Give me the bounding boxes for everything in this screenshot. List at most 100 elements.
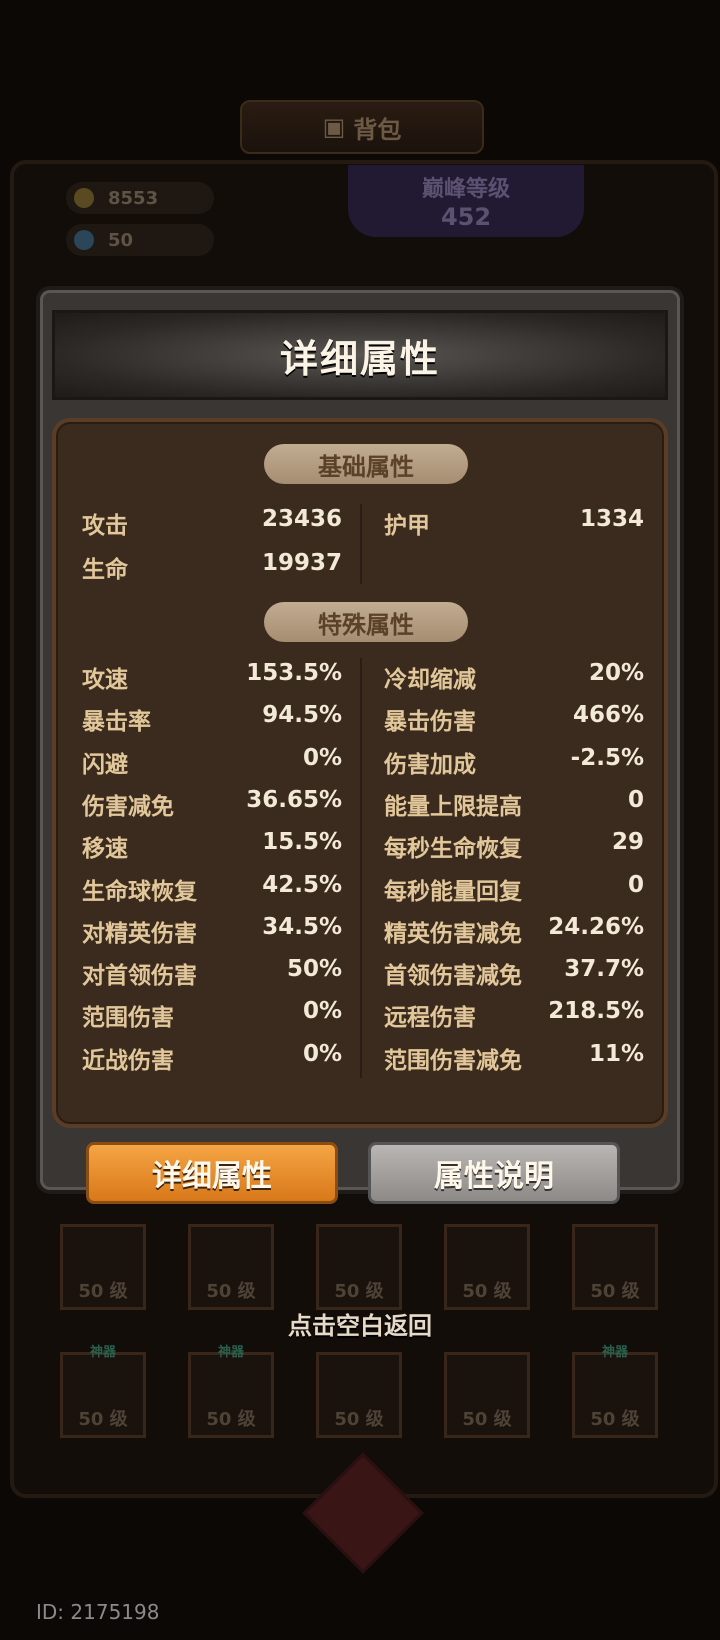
tap-blank-to-return-hint: 点击空白返回	[288, 1312, 432, 1340]
special-attributes-header: 特殊属性	[264, 602, 468, 642]
stat-value: 218.5%	[548, 998, 644, 1025]
stat-label: 每秒生命恢复	[384, 836, 522, 863]
equipment-slot: 50 级	[444, 1352, 530, 1438]
basic-attributes-header: 基础属性	[264, 444, 468, 484]
stat-label: 生命	[82, 557, 128, 583]
stat-label: 移速	[82, 836, 128, 863]
equipment-slot: 50 级	[572, 1224, 658, 1310]
equipment-slot: 神器 50 级	[188, 1345, 274, 1438]
stat-value: 466%	[572, 702, 644, 729]
stat-label: 精英伤害减免	[384, 920, 522, 947]
stat-row: 对首领伤害 50%	[82, 950, 342, 990]
equipment-slot: 神器 50 级	[60, 1345, 146, 1438]
attribute-explanation-tab-button[interactable]: 属性说明	[368, 1142, 620, 1204]
stat-label: 冷却缩减	[384, 667, 476, 693]
detailed-attributes-tab-button[interactable]: 详细属性	[86, 1142, 338, 1204]
stat-row: 暴击率 94.5%	[82, 696, 342, 736]
stat-label: 伤害减免	[82, 793, 174, 820]
inventory-title: 背包	[353, 115, 402, 144]
inventory-header: ▣ 背包	[240, 100, 484, 154]
stat-label: 对精英伤害	[82, 920, 197, 947]
stat-row: 冷却缩减 20%	[384, 654, 644, 694]
gold-coin-icon	[74, 188, 94, 208]
bag-icon: ▣	[322, 113, 346, 141]
equipment-slot: 50 级	[60, 1224, 146, 1310]
gem-counter: 50	[66, 224, 214, 256]
stat-label: 生命球恢复	[82, 878, 197, 905]
stat-label: 近战伤害	[82, 1047, 174, 1074]
stat-label: 伤害加成	[384, 751, 476, 778]
stat-label: 护甲	[384, 513, 430, 539]
stat-value: 36.65%	[246, 786, 342, 813]
stat-row: 攻击 23436	[82, 500, 342, 540]
player-id-label: ID: 2175198	[36, 1600, 160, 1624]
stat-label: 暴击率	[82, 709, 151, 736]
dialog-title: 详细属性	[52, 310, 668, 400]
stat-value: 20%	[588, 660, 644, 686]
stat-row: 生命 19937	[82, 544, 342, 584]
equipment-slot: 神器 50 级	[572, 1345, 658, 1438]
stat-row: 生命球恢复 42.5%	[82, 866, 342, 906]
stat-value: 0	[627, 871, 644, 898]
stat-row: 范围伤害 0%	[82, 992, 342, 1032]
stat-value: -2.5%	[570, 744, 644, 771]
stat-label: 攻速	[82, 667, 128, 693]
stat-row: 攻速 153.5%	[82, 654, 342, 694]
stat-row: 闪避 0%	[82, 739, 342, 779]
gold-value: 8553	[108, 187, 159, 209]
peak-level-title: 巅峰等级	[421, 177, 510, 202]
stat-value: 0%	[302, 1040, 342, 1067]
gold-counter: 8553	[66, 182, 214, 214]
stat-row: 每秒能量回复 0	[384, 866, 644, 906]
column-divider	[360, 658, 362, 1078]
equipment-slot: 50 级	[316, 1224, 402, 1310]
stat-value: 42.5%	[262, 871, 342, 898]
gem-icon	[74, 230, 94, 250]
stat-value: 50%	[286, 956, 342, 983]
equipment-slot: 50 级	[316, 1352, 402, 1438]
stat-row: 对精英伤害 34.5%	[82, 908, 342, 948]
stat-value: 23436	[261, 506, 342, 532]
stat-label: 对首领伤害	[82, 963, 197, 990]
stat-label: 远程伤害	[384, 1005, 476, 1032]
stat-label: 能量上限提高	[384, 793, 522, 820]
stat-label: 范围伤害	[82, 1005, 174, 1032]
stat-label: 闪避	[82, 751, 128, 778]
stat-row: 远程伤害 218.5%	[384, 992, 644, 1032]
stat-value: 153.5%	[246, 660, 342, 686]
stat-value: 0%	[302, 744, 342, 771]
stat-value: 34.5%	[262, 913, 342, 940]
stat-value: 37.7%	[564, 956, 644, 983]
stat-value: 94.5%	[262, 702, 342, 729]
stat-value: 0%	[302, 998, 342, 1025]
stat-value: 11%	[588, 1040, 644, 1067]
stat-row: 首领伤害减免 37.7%	[384, 950, 644, 990]
stat-row: 移速 15.5%	[82, 823, 342, 863]
stat-value: 1334	[579, 506, 644, 532]
equipment-slot: 50 级	[188, 1224, 274, 1310]
stat-value: 24.26%	[548, 913, 644, 940]
stat-value: 15.5%	[262, 829, 342, 856]
stat-label: 暴击伤害	[384, 709, 476, 736]
stat-row: 伤害减免 36.65%	[82, 781, 342, 821]
stat-label: 范围伤害减免	[384, 1047, 522, 1074]
stat-label: 攻击	[82, 513, 128, 539]
stat-row: 暴击伤害 466%	[384, 696, 644, 736]
gem-value: 50	[108, 229, 134, 251]
detailed-attributes-dialog: 详细属性 基础属性 攻击 23436 护甲 1334 生命 19937 特殊属性…	[40, 290, 680, 1190]
column-divider	[360, 504, 362, 584]
stat-value: 29	[611, 829, 644, 856]
stat-row: 范围伤害减免 11%	[384, 1035, 644, 1075]
stat-row: 精英伤害减免 24.26%	[384, 908, 644, 948]
peak-level-value: 452	[440, 203, 492, 231]
stat-label: 首领伤害减免	[384, 963, 522, 990]
attributes-panel: 基础属性 攻击 23436 护甲 1334 生命 19937 特殊属性 攻速 15…	[52, 418, 668, 1128]
stat-label: 每秒能量回复	[384, 878, 522, 905]
stat-row: 能量上限提高 0	[384, 781, 644, 821]
stat-row: 护甲 1334	[384, 500, 644, 540]
equipment-slot: 50 级	[444, 1224, 530, 1310]
peak-level-badge: 巅峰等级 452	[348, 165, 584, 237]
stat-row: 伤害加成 -2.5%	[384, 739, 644, 779]
stat-value: 0	[627, 786, 644, 813]
stat-row: 每秒生命恢复 29	[384, 823, 644, 863]
